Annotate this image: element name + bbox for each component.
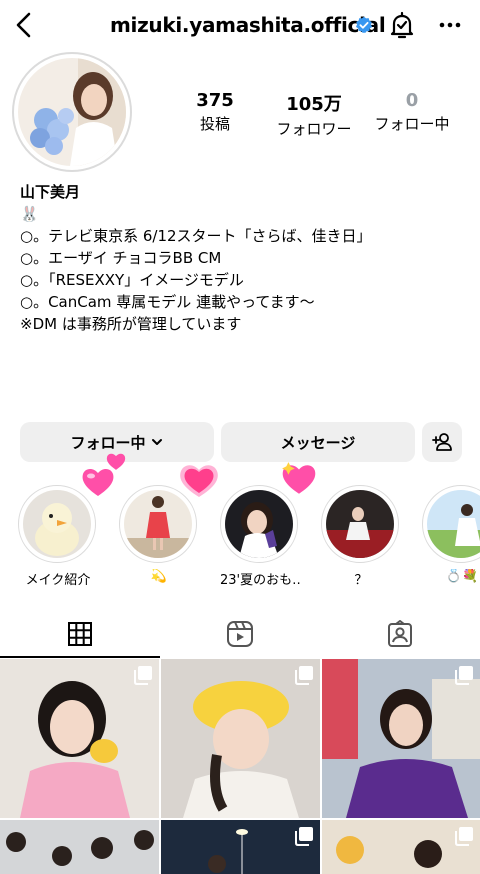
highlight-cover <box>23 490 91 558</box>
message-button[interactable]: メッセージ <box>221 422 415 462</box>
heart-sticker-icon <box>180 465 218 497</box>
tagged-icon <box>388 620 412 647</box>
tab-posts-grid[interactable] <box>0 610 160 658</box>
highlight-caption: メイク紹介 <box>25 573 91 588</box>
bio-line: ○。エーザイ チョコラBB CM <box>20 249 222 267</box>
profile-bio: 山下美月 🐰 ○。テレビ東京系 6/12スタート「さらば、佳き日」 ○。エーザイ… <box>20 181 460 335</box>
highlight-cover <box>225 490 293 558</box>
highlight-caption: 23'夏のおも… <box>220 573 300 588</box>
avatar-photo <box>18 58 126 166</box>
multiple-photos-icon <box>455 827 473 846</box>
notification-bell-icon[interactable] <box>388 10 416 40</box>
more-icon[interactable] <box>436 14 464 36</box>
bio-emoji: 🐰 <box>20 205 39 223</box>
message-button-label: メッセージ <box>280 433 356 452</box>
profile-avatar[interactable] <box>12 52 132 172</box>
highlight-item[interactable]: 23'夏のおも… <box>220 485 300 588</box>
bio-line: ○。テレビ東京系 6/12スタート「さらば、佳き日」 <box>20 227 372 245</box>
tab-tagged[interactable] <box>320 610 480 658</box>
highlight-item[interactable]: 💍💐 <box>422 485 480 584</box>
bio-line: ※DM は事務所が管理しています <box>20 315 242 333</box>
verified-badge-icon <box>355 16 373 34</box>
following-label: フォロー中 <box>374 115 450 133</box>
display-name: 山下美月 <box>20 183 81 201</box>
following-count[interactable]: 0 フォロー中 <box>368 90 456 134</box>
post-thumbnail[interactable] <box>322 820 480 874</box>
multiple-photos-icon <box>295 827 313 846</box>
post-thumbnail[interactable] <box>161 820 320 874</box>
multiple-photos-icon <box>455 666 473 685</box>
heart-sticker-icon <box>282 462 316 494</box>
posts-label: 投稿 <box>199 115 230 133</box>
following-button-label: フォロー中 <box>70 433 146 452</box>
post-thumbnail[interactable] <box>161 659 320 818</box>
highlight-caption: ？ <box>354 573 368 588</box>
profile-tabs <box>0 610 480 658</box>
multiple-photos-icon <box>134 666 152 685</box>
heart-sticker-icon <box>106 453 126 470</box>
followers-value: 105万 <box>286 94 342 115</box>
followers-label: フォロワー <box>276 120 352 138</box>
post-thumbnail[interactable] <box>322 659 480 818</box>
highlight-caption: 💫 <box>150 569 168 584</box>
profile-username: mizuki.yamashita.official <box>110 13 386 37</box>
suggested-people-button[interactable] <box>422 422 462 462</box>
chevron-left-icon[interactable] <box>10 10 40 40</box>
multiple-photos-icon <box>295 666 313 685</box>
highlight-cover <box>427 490 480 558</box>
followers-count[interactable]: 105万 フォロワー <box>268 90 360 139</box>
highlight-cover <box>124 490 192 558</box>
highlight-item[interactable]: ？ <box>321 485 401 588</box>
add-person-icon <box>432 433 452 451</box>
highlight-caption: 💍💐 <box>445 569 479 584</box>
reels-icon <box>227 621 253 647</box>
posts-count: 375 投稿 <box>185 90 245 134</box>
highlight-item[interactable]: メイク紹介 <box>18 485 98 588</box>
header: mizuki.yamashita.official <box>0 0 480 52</box>
bio-line: ○。CanCam 専属モデル 連載やってます〜 <box>20 293 315 311</box>
post-thumbnail[interactable] <box>0 659 159 818</box>
following-value: 0 <box>405 90 419 111</box>
chevron-down-icon <box>151 439 162 445</box>
bio-line: ○。「RESEXXY」イメージモデル <box>20 271 244 289</box>
posts-value: 375 <box>196 90 234 111</box>
active-tab-indicator <box>0 656 160 658</box>
grid-icon <box>68 622 92 646</box>
post-thumbnail[interactable] <box>0 820 159 874</box>
tab-reels[interactable] <box>160 610 320 658</box>
highlight-cover <box>326 490 394 558</box>
